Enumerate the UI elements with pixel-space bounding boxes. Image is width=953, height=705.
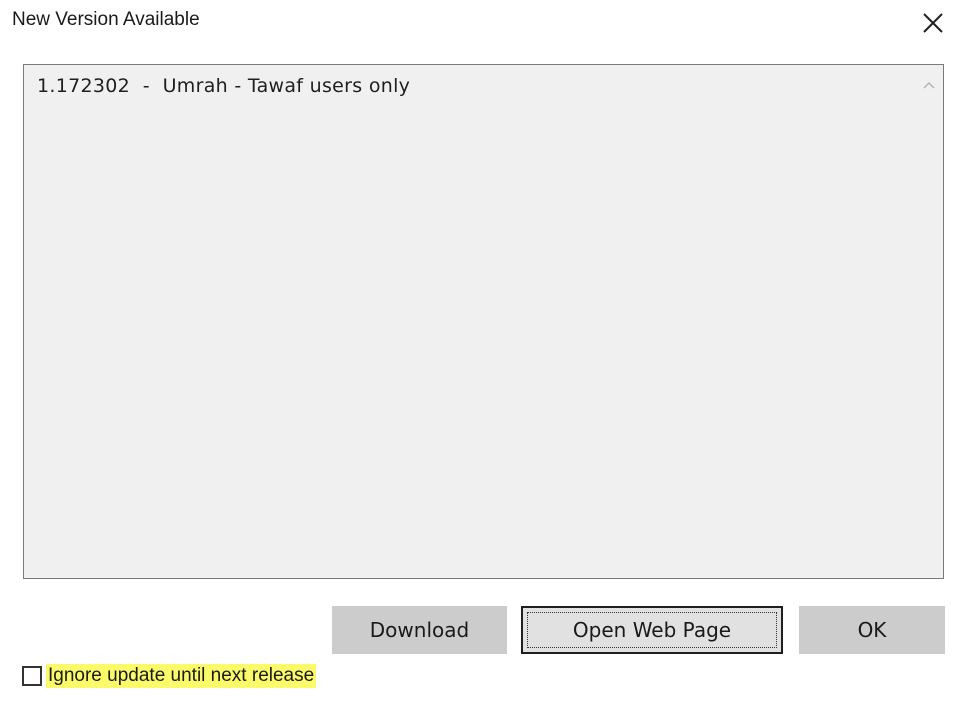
open-web-page-button[interactable]: Open Web Page — [521, 606, 783, 654]
download-button[interactable]: Download — [332, 606, 507, 654]
ignore-update-checkbox[interactable] — [22, 666, 42, 686]
chevron-up-icon — [923, 81, 935, 89]
focus-ring — [527, 612, 777, 648]
close-icon — [923, 13, 943, 33]
release-note-line: 1.172302 - Umrah - Tawaf users only — [37, 75, 411, 97]
ok-button-label: OK — [857, 618, 887, 642]
ignore-update-label: Ignore update until next release — [46, 664, 317, 688]
close-button[interactable] — [918, 8, 948, 38]
ignore-update-option[interactable]: Ignore update until next release — [22, 663, 317, 689]
dialog-title: New Version Available — [12, 9, 200, 30]
scroll-up-button[interactable] — [921, 77, 937, 91]
download-button-label: Download — [369, 618, 470, 642]
update-dialog: New Version Available 1.172302 - Umrah -… — [0, 0, 953, 705]
release-notes-textbox[interactable]: 1.172302 - Umrah - Tawaf users only — [23, 64, 944, 579]
ok-button[interactable]: OK — [799, 606, 945, 654]
